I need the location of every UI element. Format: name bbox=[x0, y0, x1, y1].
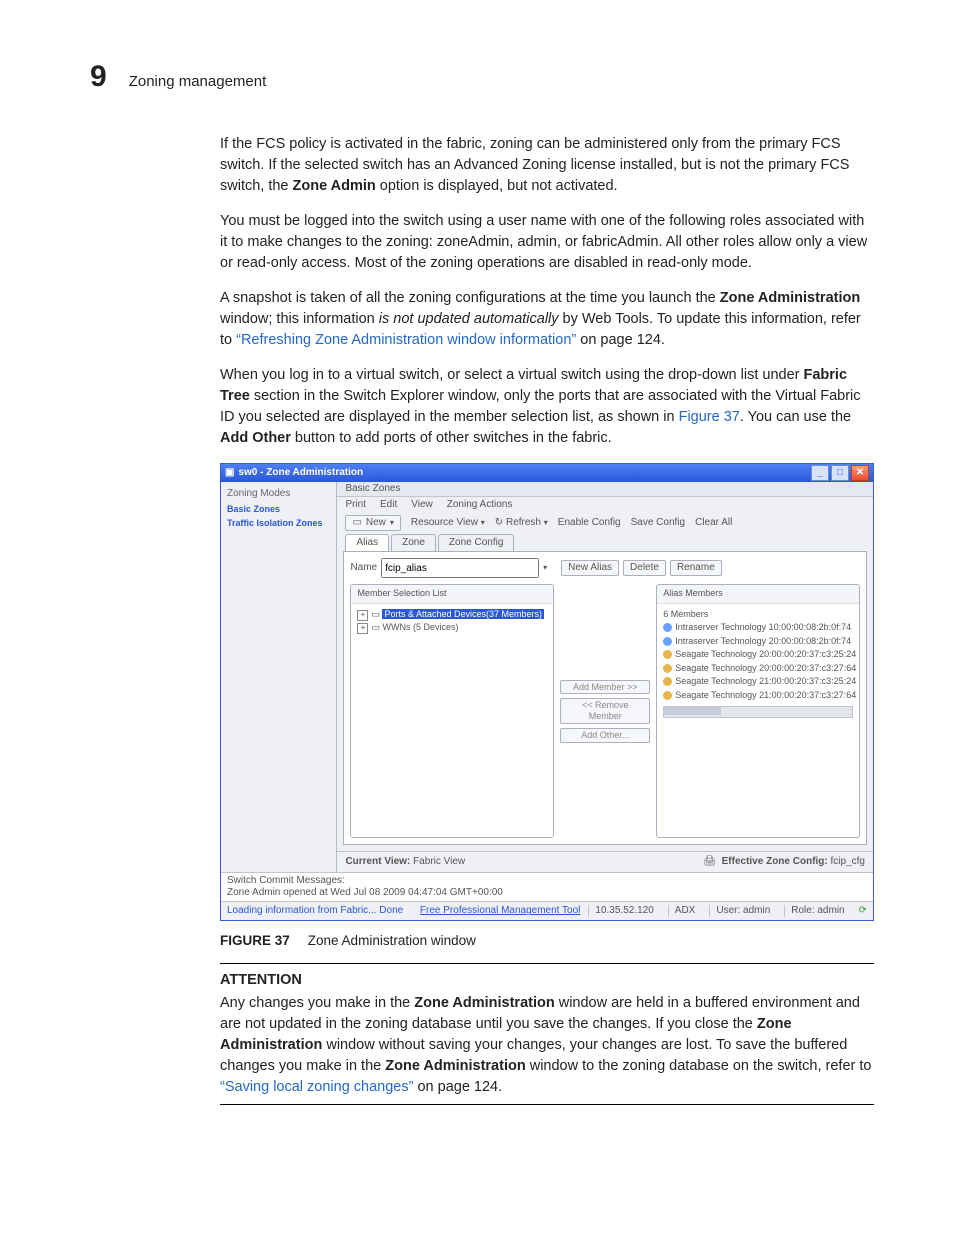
status-loading: Loading information from Fabric... Done bbox=[227, 905, 403, 917]
tab-alias[interactable]: Alias bbox=[345, 534, 389, 551]
member-selection-title: Member Selection List bbox=[351, 585, 553, 604]
maximize-button[interactable]: □ bbox=[831, 465, 849, 481]
member-selection-panel: Member Selection List +▭ Ports & Attache… bbox=[350, 584, 554, 838]
attention-title: ATTENTION bbox=[220, 970, 874, 991]
status-adx: ADX bbox=[668, 905, 702, 917]
name-dropdown-icon[interactable]: ▾ bbox=[543, 563, 547, 573]
link-saving-changes[interactable]: “Saving local zoning changes” bbox=[220, 1079, 413, 1095]
alias-members-panel: Alias Members 6 Members Intraserver Tech… bbox=[656, 584, 860, 838]
figure-caption: FIGURE 37Zone Administration window bbox=[220, 931, 874, 951]
attention-box: ATTENTION Any changes you make in the Zo… bbox=[220, 963, 874, 1105]
tab-zone-config[interactable]: Zone Config bbox=[438, 534, 514, 551]
refresh-icon[interactable]: ⟳ bbox=[859, 905, 867, 917]
list-item[interactable]: Intraserver Technology 10:00:00:08:2b:0f… bbox=[663, 621, 853, 635]
delete-button[interactable]: Delete bbox=[623, 560, 666, 576]
list-item[interactable]: Seagate Technology 20:00:00:20:37:c3:25:… bbox=[663, 648, 853, 662]
paragraph-1: If the FCS policy is activated in the fa… bbox=[220, 134, 874, 197]
horizontal-scrollbar[interactable] bbox=[663, 706, 853, 718]
menu-print[interactable]: Print bbox=[345, 499, 366, 511]
minimize-button[interactable]: _ bbox=[811, 465, 829, 481]
window-titlebar[interactable]: ▣ sw0 - Zone Administration _ □ ✕ bbox=[221, 464, 873, 482]
effective-config-value: fcip_cfg bbox=[831, 856, 865, 868]
breadcrumb: Basic Zones bbox=[337, 482, 873, 497]
list-item[interactable]: Seagate Technology 21:00:00:20:37:c3:25:… bbox=[663, 675, 853, 689]
add-other-button[interactable]: Add Other... bbox=[560, 728, 650, 743]
resource-view-dropdown[interactable]: Resource View ▾ bbox=[411, 517, 485, 529]
add-member-button[interactable]: Add Member >> bbox=[560, 680, 650, 695]
list-item[interactable]: Intraserver Technology 20:00:00:08:2b:0f… bbox=[663, 635, 853, 649]
sidebar-item-traffic-isolation[interactable]: Traffic Isolation Zones bbox=[227, 518, 330, 529]
menu-view[interactable]: View bbox=[411, 499, 433, 511]
list-item[interactable]: Seagate Technology 21:00:00:20:37:c3:27:… bbox=[663, 689, 853, 703]
link-figure37[interactable]: Figure 37 bbox=[679, 409, 740, 425]
zone-admin-window: ▣ sw0 - Zone Administration _ □ ✕ Zoning… bbox=[220, 463, 874, 921]
sidebar-header: Zoning Modes bbox=[227, 488, 330, 500]
name-label: Name bbox=[350, 562, 377, 574]
current-view-value: Fabric View bbox=[413, 856, 465, 868]
tree-node-ports[interactable]: +▭ Ports & Attached Devices(37 Members) bbox=[357, 608, 547, 622]
tree-node-wwns[interactable]: +▭ WWNs (5 Devices) bbox=[357, 621, 547, 635]
rename-button[interactable]: Rename bbox=[670, 560, 722, 576]
close-button[interactable]: ✕ bbox=[851, 465, 869, 481]
list-item[interactable]: Seagate Technology 20:00:00:20:37:c3:27:… bbox=[663, 662, 853, 676]
status-ip: 10.35.52.120 bbox=[588, 905, 659, 917]
print-icon[interactable]: 🖨 bbox=[703, 856, 716, 868]
alias-members-count: 6 Members bbox=[663, 608, 853, 622]
current-view-label: Current View: bbox=[345, 856, 410, 868]
paragraph-3: A snapshot is taken of all the zoning co… bbox=[220, 288, 874, 351]
status-tool-link[interactable]: Free Professional Management Tool bbox=[420, 905, 580, 917]
clear-all-button[interactable]: Clear All bbox=[695, 517, 732, 529]
paragraph-2: You must be logged into the switch using… bbox=[220, 211, 874, 274]
enable-config-button[interactable]: Enable Config bbox=[558, 517, 621, 529]
new-dropdown[interactable]: ▭ New ▾ bbox=[345, 515, 400, 531]
menu-edit[interactable]: Edit bbox=[380, 499, 397, 511]
commit-messages-label: Switch Commit Messages: bbox=[227, 875, 867, 887]
remove-member-button[interactable]: << Remove Member bbox=[560, 698, 650, 724]
window-title: sw0 - Zone Administration bbox=[238, 467, 363, 479]
status-role: Role: admin bbox=[784, 905, 850, 917]
chapter-number: 9 bbox=[90, 60, 107, 94]
sidebar-item-basic-zones[interactable]: Basic Zones bbox=[227, 504, 330, 515]
save-config-button[interactable]: Save Config bbox=[631, 517, 685, 529]
chapter-title: Zoning management bbox=[129, 73, 267, 90]
menu-zoning-actions[interactable]: Zoning Actions bbox=[447, 499, 513, 511]
status-user: User: admin bbox=[709, 905, 776, 917]
sidebar: Zoning Modes Basic Zones Traffic Isolati… bbox=[221, 482, 337, 872]
commit-messages-text: Zone Admin opened at Wed Jul 08 2009 04:… bbox=[227, 887, 867, 899]
name-input[interactable] bbox=[381, 558, 539, 578]
refresh-dropdown[interactable]: ↻ Refresh ▾ bbox=[495, 517, 548, 529]
effective-config-label: Effective Zone Config: bbox=[722, 856, 828, 868]
paragraph-4: When you log in to a virtual switch, or … bbox=[220, 365, 874, 449]
new-alias-button[interactable]: New Alias bbox=[561, 560, 619, 576]
tab-zone[interactable]: Zone bbox=[391, 534, 436, 551]
link-refreshing[interactable]: “Refreshing Zone Administration window i… bbox=[236, 332, 576, 348]
alias-members-title: Alias Members bbox=[657, 585, 859, 604]
attention-body: Any changes you make in the Zone Adminis… bbox=[220, 993, 874, 1098]
